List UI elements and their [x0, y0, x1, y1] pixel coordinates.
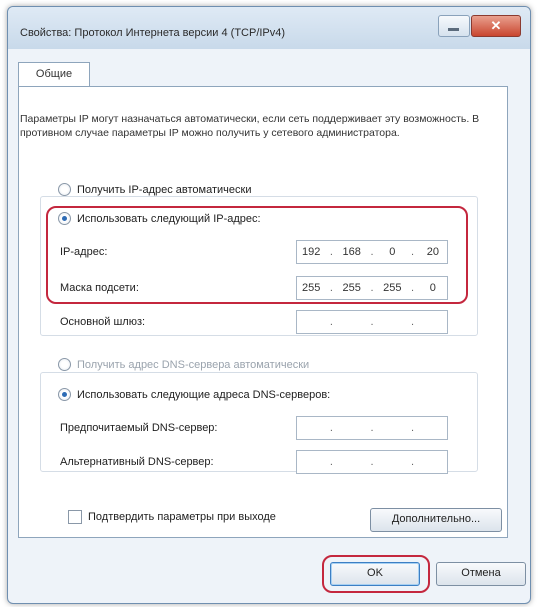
default-gateway-label: Основной шлюз:: [60, 316, 146, 328]
radio-obtain-ip-auto[interactable]: Получить IP-адрес автоматически: [58, 183, 251, 196]
preferred-dns-input[interactable]: . . .: [296, 416, 448, 440]
preferred-dns-label: Предпочитаемый DNS-сервер:: [60, 422, 218, 434]
ip-highlight-frame: [46, 206, 468, 304]
validate-settings-checkbox[interactable]: Подтвердить параметры при выходе: [68, 510, 276, 524]
radio-obtain-ip-auto-label: Получить IP-адрес автоматически: [77, 183, 252, 196]
close-button[interactable]: ✕: [471, 15, 521, 37]
description-text: Параметры IP могут назначаться автоматич…: [20, 113, 480, 139]
checkbox-icon: [68, 510, 82, 524]
cancel-button[interactable]: Отмена: [436, 562, 526, 586]
radio-selected-icon: [58, 388, 71, 401]
advanced-button[interactable]: Дополнительно...: [370, 508, 502, 532]
close-icon: ✕: [490, 18, 502, 33]
radio-obtain-dns-auto-label: Получить адрес DNS-сервера автоматически: [77, 358, 310, 371]
default-gateway-input[interactable]: . . .: [296, 310, 448, 334]
minimize-button[interactable]: [438, 15, 470, 37]
radio-icon: [58, 183, 71, 196]
radio-obtain-dns-auto[interactable]: Получить адрес DNS-сервера автоматически: [58, 358, 309, 371]
radio-use-following-dns-label: Использовать следующие адреса DNS-сервер…: [77, 388, 331, 401]
alternate-dns-input[interactable]: . . .: [296, 450, 448, 474]
radio-use-following-dns[interactable]: Использовать следующие адреса DNS-сервер…: [58, 388, 330, 401]
tab-general[interactable]: Общие: [18, 62, 90, 87]
alternate-dns-label: Альтернативный DNS-сервер:: [60, 456, 214, 468]
validate-settings-label: Подтвердить параметры при выходе: [88, 511, 276, 523]
radio-icon: [58, 358, 71, 371]
title-bar[interactable]: Свойства: Протокол Интернета версии 4 (T…: [8, 7, 530, 49]
ok-button[interactable]: OK: [330, 562, 420, 586]
window-title: Свойства: Протокол Интернета версии 4 (T…: [20, 27, 286, 39]
